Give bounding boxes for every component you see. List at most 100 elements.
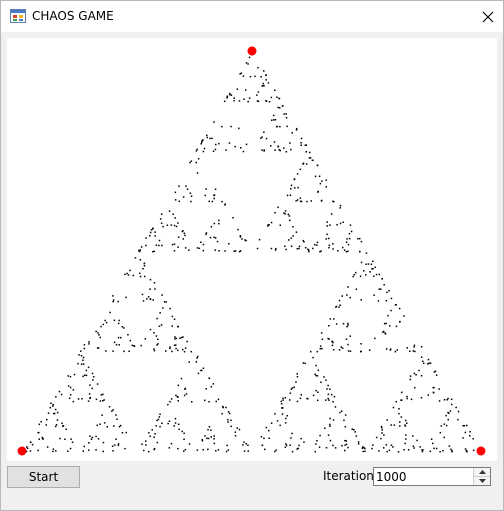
plot-point: [347, 350, 350, 352]
plot-point: [155, 425, 157, 427]
plot-point: [170, 398, 173, 400]
plot-point: [59, 437, 61, 440]
plot-point: [413, 447, 415, 449]
plot-point: [320, 199, 323, 202]
plot-point: [275, 247, 277, 250]
plot-point: [217, 398, 220, 401]
plot-point: [381, 429, 383, 431]
plot-point: [428, 362, 430, 364]
plot-point: [359, 275, 362, 278]
plot-point: [230, 94, 233, 96]
plot-point: [139, 259, 142, 261]
plot-point: [339, 222, 342, 225]
plot-point: [237, 228, 239, 231]
plot-point: [248, 56, 251, 59]
plot-point: [383, 434, 385, 436]
plot-point: [326, 233, 328, 236]
plot-point: [202, 367, 205, 369]
close-button[interactable]: [473, 1, 503, 32]
plot-point: [318, 446, 321, 448]
plot-point: [332, 243, 334, 245]
plot-point: [143, 262, 146, 265]
plot-point: [349, 350, 352, 352]
stepper-buttons: [473, 468, 490, 485]
plot-point: [406, 397, 408, 400]
plot-point: [303, 441, 305, 443]
plot-point: [296, 248, 299, 250]
plot-point: [445, 414, 447, 417]
plot-point: [89, 384, 91, 386]
plot-point: [353, 428, 355, 431]
plot-point: [157, 338, 159, 340]
plot-point: [145, 244, 147, 247]
plot-point: [119, 424, 122, 427]
plot-point: [212, 150, 215, 152]
plot-point: [31, 443, 34, 446]
iterations-stepper[interactable]: [373, 467, 491, 486]
plot-point: [214, 148, 217, 151]
plot-point: [328, 244, 331, 247]
plot-point: [333, 395, 336, 398]
plot-point: [243, 450, 246, 452]
plot-point: [392, 406, 395, 409]
plot-point: [67, 385, 70, 387]
plot-point: [275, 449, 277, 451]
plot-point: [287, 213, 290, 216]
plot-point: [295, 381, 297, 383]
plot-point: [400, 399, 402, 401]
plot-point: [355, 288, 358, 290]
plot-point: [165, 301, 167, 303]
plot-point: [274, 149, 276, 151]
plot-point: [303, 241, 305, 243]
plot-point: [329, 439, 332, 442]
plot-point: [307, 398, 309, 400]
plot-point: [183, 232, 186, 235]
plot-point: [319, 347, 322, 350]
plot-point: [321, 180, 323, 182]
plot-point: [347, 446, 349, 449]
plot-point: [37, 449, 39, 452]
plot-point: [369, 271, 371, 273]
plot-point: [178, 200, 180, 203]
plot-point: [175, 394, 177, 397]
plot-point: [213, 435, 215, 437]
plot-point: [112, 299, 115, 301]
plot-point: [102, 400, 104, 402]
plot-point: [160, 324, 163, 326]
plot-point: [360, 343, 362, 345]
plot-point: [60, 393, 63, 396]
start-button[interactable]: Start: [7, 466, 80, 488]
plot-point: [245, 143, 248, 146]
plot-point: [312, 394, 315, 397]
plot-point: [121, 432, 124, 434]
plot-point: [49, 406, 52, 409]
spin-down-button[interactable]: [474, 477, 490, 485]
plot-point: [347, 243, 350, 246]
plot-point: [89, 435, 91, 437]
plot-point: [133, 345, 136, 347]
plot-point: [307, 248, 309, 251]
plot-point: [223, 100, 226, 103]
plot-point: [213, 222, 216, 225]
plot-point: [197, 158, 200, 160]
plot-point: [317, 191, 319, 193]
plot-point: [149, 288, 151, 290]
iterations-input[interactable]: [376, 469, 472, 484]
plot-point: [95, 435, 97, 438]
plot-point: [291, 432, 293, 435]
plot-point: [344, 444, 346, 446]
drawing-canvas: [7, 38, 497, 461]
plot-point: [284, 213, 286, 215]
plot-point: [88, 449, 90, 451]
plot-point: [427, 363, 429, 365]
plot-point: [405, 419, 407, 422]
plot-point: [174, 336, 176, 338]
spin-up-button[interactable]: [474, 468, 490, 477]
plot-point: [85, 369, 88, 372]
plot-point: [221, 200, 223, 203]
plot-point: [170, 442, 173, 445]
plot-point: [300, 394, 302, 396]
plot-point: [340, 346, 342, 348]
plot-point: [115, 438, 117, 440]
plot-point: [290, 245, 293, 247]
